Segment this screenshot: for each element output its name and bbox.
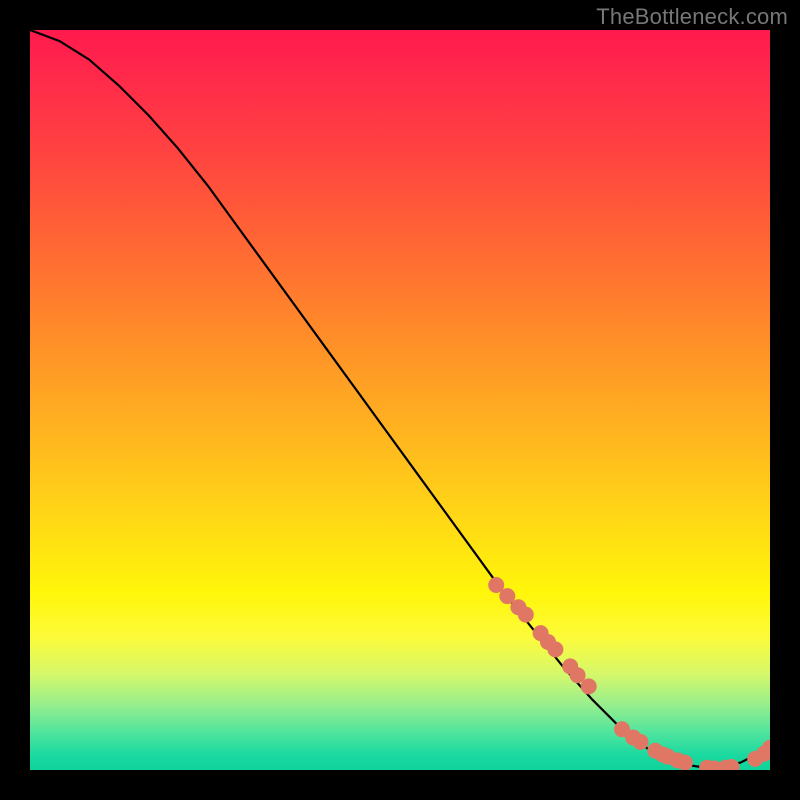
dot: [518, 607, 533, 622]
watermark-text: TheBottleneck.com: [596, 4, 788, 30]
chart-svg: [30, 30, 770, 770]
dot: [677, 755, 692, 770]
dot: [489, 578, 504, 593]
dot: [500, 589, 515, 604]
plot-area: [30, 30, 770, 770]
dot: [570, 668, 585, 683]
highlight-dots: [489, 578, 770, 771]
dot: [548, 642, 563, 657]
dot: [581, 679, 596, 694]
dot: [633, 734, 648, 749]
bottleneck-curve: [30, 30, 770, 769]
dot: [724, 760, 739, 770]
